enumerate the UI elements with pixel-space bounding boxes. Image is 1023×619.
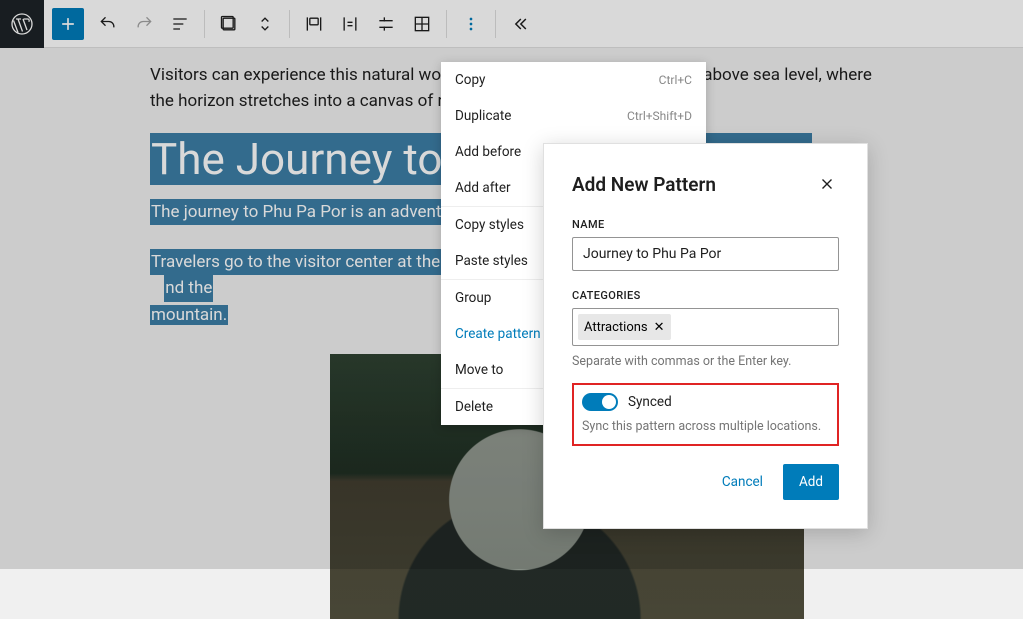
close-button[interactable]: [815, 172, 839, 196]
add-button[interactable]: Add: [783, 464, 839, 500]
move-updown-button[interactable]: [247, 6, 283, 42]
document-overview-button[interactable]: [162, 6, 198, 42]
categories-label: Categories: [572, 289, 839, 302]
category-tag[interactable]: Attractions ✕: [578, 314, 671, 340]
synced-toggle-label: Synced: [628, 394, 672, 410]
synced-toggle[interactable]: [582, 393, 618, 411]
menu-item-copy[interactable]: CopyCtrl+C: [441, 62, 706, 98]
add-pattern-dialog: Add New Pattern Name Categories Attracti…: [543, 143, 868, 529]
collapse-toolbar-button[interactable]: [502, 6, 538, 42]
synced-highlight-box: Synced Sync this pattern across multiple…: [572, 383, 839, 446]
dialog-title: Add New Pattern: [572, 173, 716, 196]
undo-button[interactable]: [90, 6, 126, 42]
cancel-button[interactable]: Cancel: [716, 466, 769, 498]
categories-input[interactable]: Attractions ✕: [572, 308, 839, 346]
remove-tag-icon[interactable]: ✕: [654, 320, 665, 335]
menu-item-duplicate[interactable]: DuplicateCtrl+Shift+D: [441, 98, 706, 134]
add-block-button[interactable]: [52, 8, 84, 40]
block-type-button[interactable]: [211, 6, 247, 42]
name-label: Name: [572, 218, 839, 231]
wordpress-logo[interactable]: [0, 0, 44, 48]
row-button[interactable]: [368, 6, 404, 42]
categories-help-text: Separate with commas or the Enter key.: [572, 354, 839, 369]
synced-description: Sync this pattern across multiple locati…: [582, 419, 829, 434]
toolbar-divider: [446, 10, 447, 38]
options-button[interactable]: [453, 6, 489, 42]
dialog-actions: Cancel Add: [572, 464, 839, 500]
toolbar-divider: [495, 10, 496, 38]
justify-button[interactable]: [332, 6, 368, 42]
toolbar-divider: [289, 10, 290, 38]
align-button[interactable]: [296, 6, 332, 42]
pattern-name-input[interactable]: [572, 237, 839, 271]
redo-button[interactable]: [126, 6, 162, 42]
toolbar-divider: [204, 10, 205, 38]
editor-toolbar: [0, 0, 1023, 48]
grid-button[interactable]: [404, 6, 440, 42]
